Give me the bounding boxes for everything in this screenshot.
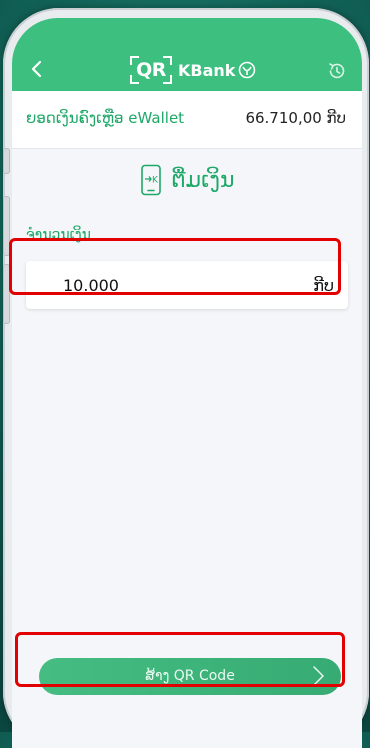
amount-value: 10.000: [63, 276, 119, 295]
kbank-leaf-icon: [239, 61, 256, 79]
phone-side-button: [3, 196, 10, 256]
balance-label: ຍອດເງິນຄົງເຫຼືອ eWallet: [26, 109, 185, 127]
qr-logo: QR: [130, 56, 172, 84]
amount-unit: ກີບ: [313, 276, 334, 295]
chevron-right-icon: [313, 666, 324, 686]
kbank-logo-text: KBank: [178, 60, 236, 80]
generate-qr-button[interactable]: ສ້າງ QR Code: [39, 658, 341, 695]
phone-side-button: [3, 148, 10, 174]
phone-topup-icon: K: [140, 164, 161, 196]
topup-title: K ຕື່ມເງິນ: [12, 164, 362, 196]
topup-title-text: ຕື່ມເງິນ: [171, 167, 235, 193]
amount-label: ຈຳນວນເງິນ: [26, 227, 91, 243]
history-clock-icon[interactable]: [326, 60, 348, 82]
balance-amount: 66.710,00 ກີບ: [245, 109, 346, 127]
app-screen: QR KBank ຍອດເງິນຄົງເຫຼືອ eWallet 66.710,…: [12, 18, 362, 748]
balance-row: ຍອດເງິນຄົງເຫຼືອ eWallet 66.710,00 ກີບ: [12, 91, 362, 149]
phone-side-button: [3, 264, 10, 324]
kbank-logo: KBank: [178, 61, 256, 80]
svg-text:K: K: [152, 176, 159, 186]
qr-logo-text: QR: [136, 59, 166, 81]
chevron-left-icon[interactable]: [26, 58, 48, 80]
generate-qr-label: ສ້າງ QR Code: [145, 668, 235, 684]
amount-input[interactable]: 10.000 ກີບ: [26, 261, 348, 309]
kbank-qr-logo: QR KBank: [130, 55, 256, 85]
app-header: QR KBank: [12, 18, 362, 91]
